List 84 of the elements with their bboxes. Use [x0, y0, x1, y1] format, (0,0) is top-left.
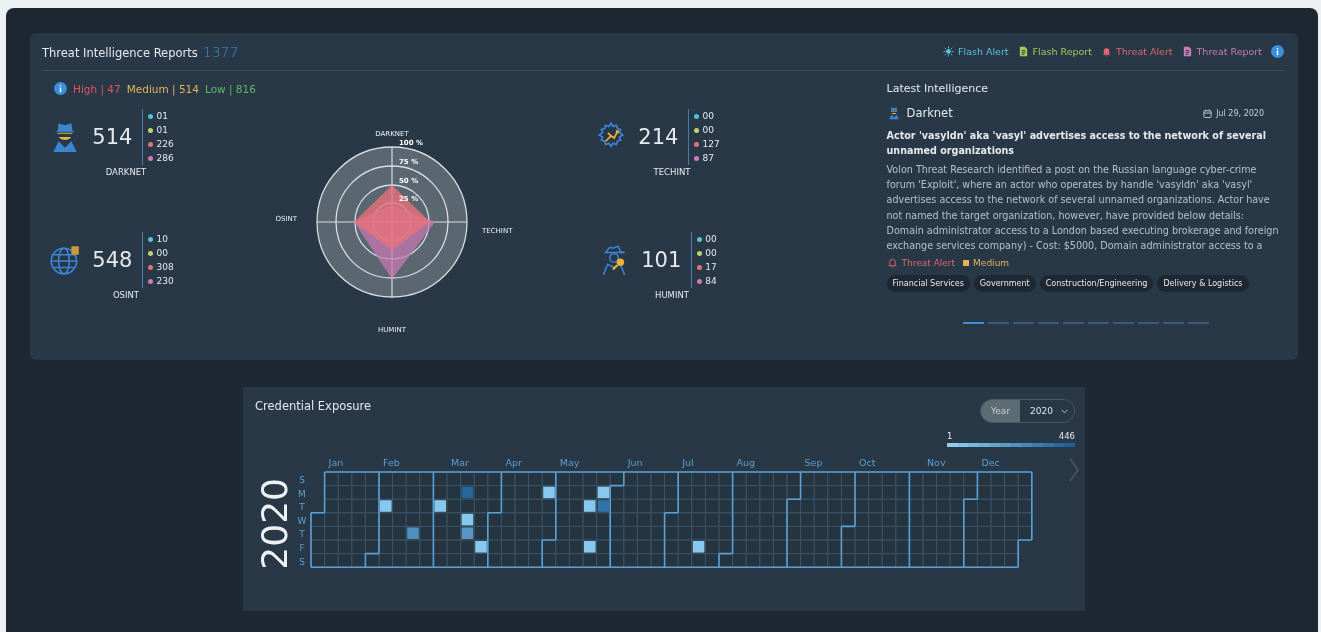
count-item: 84 [697, 274, 717, 288]
count-item: 00 [694, 123, 720, 137]
pager-dash[interactable] [962, 322, 984, 325]
weekday-label: S [299, 475, 305, 485]
pager-dash[interactable] [1137, 322, 1159, 325]
legend-item[interactable]: Threat Report [1181, 46, 1262, 57]
month-label: Sep [804, 457, 823, 468]
pager-dash[interactable] [1112, 322, 1134, 325]
month-label: Nov [927, 457, 946, 468]
scale-min: 1 [947, 431, 953, 441]
weekday-label: F [299, 543, 305, 553]
tag-chip[interactable]: Construction/Engineering [1039, 275, 1154, 293]
section-heading: Latest Intelligence [886, 82, 990, 95]
legend-item[interactable]: Flash Report [1017, 46, 1092, 57]
pager-dash[interactable] [987, 322, 1009, 325]
panel-title: Threat Intelligence Reports [42, 45, 198, 60]
source-total: 514 [91, 125, 134, 149]
count-item: 308 [148, 260, 174, 274]
month-label: Apr [505, 457, 522, 468]
count-item: 17 [697, 260, 717, 274]
year-tab[interactable]: Year [981, 400, 1021, 422]
count-item: 00 [697, 246, 717, 260]
month-label: Dec [981, 457, 1000, 468]
year-label: 2020 [257, 478, 293, 570]
severity-label: Medium [973, 257, 1010, 268]
count-item: 10 [148, 232, 174, 246]
count-item: 127 [694, 137, 720, 151]
month-label: Jun [627, 457, 643, 468]
bell-icon [886, 257, 898, 269]
legend-item[interactable]: Threat Alert [1101, 46, 1173, 57]
source-total: 101 [640, 248, 683, 272]
month-label: Mar [451, 457, 469, 468]
tag-chip[interactable]: Government [973, 275, 1036, 293]
source-total: 548 [91, 248, 134, 272]
count-item: 01 [148, 123, 174, 137]
pager-dash[interactable] [1087, 322, 1109, 325]
legend-item[interactable]: Flash Alert [943, 46, 1009, 57]
count-item: 00 [694, 109, 720, 123]
calendar-icon [1203, 108, 1213, 118]
month-label: Feb [383, 457, 400, 468]
weekday-label: T [299, 502, 305, 513]
severity-count: Medium | 514 [126, 82, 199, 95]
weekday-label: S [299, 556, 305, 567]
alert-type: Threat Alert [901, 257, 956, 268]
tag-chip[interactable]: Delivery & Logistics [1157, 275, 1249, 293]
info-icon[interactable] [1271, 45, 1284, 58]
severity-count: Low | 816 [204, 82, 256, 95]
count-item: 01 [148, 109, 174, 123]
count-item: 87 [694, 151, 720, 165]
source-name: Darknet [906, 106, 954, 120]
source-label: HUMINT [654, 290, 689, 300]
source-total: 214 [637, 125, 680, 149]
pager-dash[interactable] [1012, 322, 1034, 325]
weekday-label: M [298, 488, 306, 499]
source-label: DARKNET [104, 167, 147, 177]
count-item: 226 [148, 137, 174, 151]
count-item: 00 [148, 246, 174, 260]
count-item: 00 [697, 232, 717, 246]
date-text: Jul 29, 2020 [1216, 108, 1264, 118]
count-item: 230 [148, 274, 174, 288]
pager-dash[interactable] [1187, 322, 1209, 325]
card-title: Credential Exposure [255, 399, 372, 415]
source-label: OSINT [111, 290, 140, 300]
report-total: 1377 [202, 43, 239, 60]
month-label: Jul [682, 457, 694, 468]
article-text: Volon Threat Research identified a post on the Russian language cyber-crime forum 'Exploit', where an actor who operates by handle 'vasyldn' aka 'vasyl' advertises access to the network of several unnamed organizations. Actor have not named the target organization, however, have provided below details: Domain administrator access to a London based executing brokerage and foreign exchange services company) - Cost: $5000, Domain administrator access to a [886, 163, 1280, 253]
month-label: May [559, 457, 580, 468]
month-label: Aug [736, 457, 756, 468]
month-label: Jan [328, 457, 344, 468]
source-label: TECHINT [652, 167, 691, 177]
pager-dash[interactable] [1037, 322, 1059, 325]
pager-dash[interactable] [1062, 322, 1084, 325]
tag-chip[interactable]: Financial Services [886, 275, 970, 293]
month-label: Oct [859, 457, 876, 468]
severity-count: High | 47 [73, 82, 121, 95]
caret-icon [1061, 408, 1068, 414]
info-icon[interactable] [54, 82, 67, 95]
weekday-label: T [299, 529, 305, 540]
weekday-label: W [297, 515, 307, 526]
count-item: 286 [148, 151, 174, 165]
pager-dash[interactable] [1162, 322, 1184, 325]
chevron-right-icon[interactable] [1069, 458, 1079, 482]
article-title[interactable]: Actor 'vasyldn' aka 'vasyl' advertises access to the network of several unnamed organizations [886, 128, 1284, 158]
scale-max: 446 [1058, 431, 1075, 441]
